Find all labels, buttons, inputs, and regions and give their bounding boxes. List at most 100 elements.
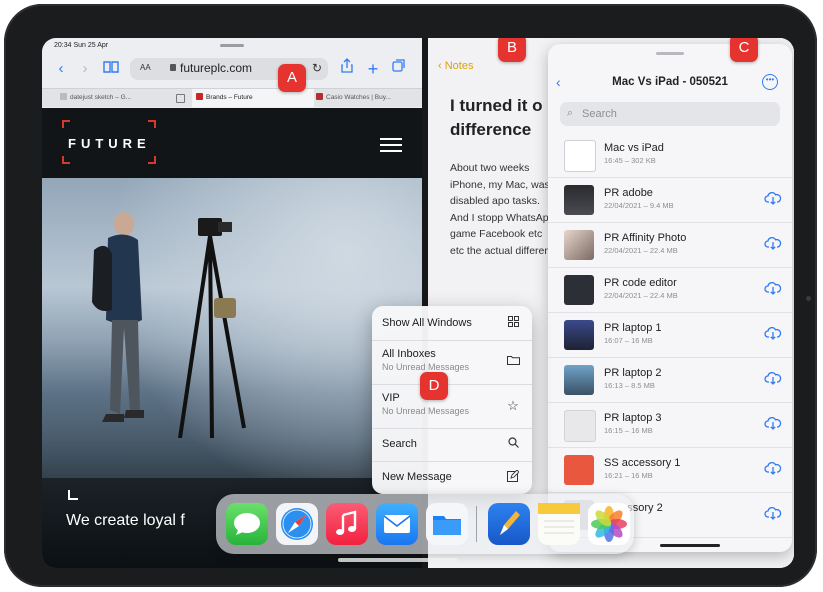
menu-label: All Inboxes xyxy=(382,348,436,360)
dock-separator xyxy=(476,506,477,542)
site-slogan: We create loyal f xyxy=(66,512,185,529)
home-indicator xyxy=(338,558,458,562)
file-thumbnail xyxy=(564,320,594,350)
file-meta: 16:07 – 16 MB xyxy=(604,336,653,345)
mail-quick-actions-menu: Show All Windows All Inboxes No Unread M… xyxy=(372,306,532,494)
file-row[interactable]: SS accessory 1 16:21 – 16 MB xyxy=(548,447,792,493)
cloud-download-icon[interactable] xyxy=(764,281,782,295)
file-name: PR laptop 2 xyxy=(604,367,662,379)
grid-icon xyxy=(506,316,520,330)
search-placeholder: Search xyxy=(582,108,617,120)
menu-label: VIP xyxy=(382,392,400,404)
file-thumbnail xyxy=(564,455,594,485)
safari-chrome: 20:34 Sun 25 Apr ‹ › AA futureplc.com ↻ xyxy=(42,38,422,108)
favicon-icon xyxy=(60,93,67,100)
file-name: SS accessory 1 xyxy=(604,457,681,469)
search-icon xyxy=(506,437,520,451)
new-tab-icon[interactable]: + xyxy=(362,58,384,80)
safari-window: 20:34 Sun 25 Apr ‹ › AA futureplc.com ↻ xyxy=(42,38,422,568)
safari-toolbar: ‹ › AA futureplc.com ↻ + xyxy=(42,56,422,84)
star-icon: ☆ xyxy=(507,398,519,413)
files-app-icon[interactable] xyxy=(426,503,468,545)
note-body[interactable]: About two weeks iPhone, my Mac, was disa… xyxy=(450,160,558,259)
reload-icon[interactable]: ↻ xyxy=(312,61,322,75)
file-row[interactable]: PR adobe 22/04/2021 – 9.4 MB xyxy=(548,177,792,223)
mail-app-icon[interactable] xyxy=(376,503,418,545)
file-thumbnail xyxy=(564,410,596,442)
pages-app-icon[interactable] xyxy=(488,503,530,545)
file-name: PR laptop 1 xyxy=(604,322,662,334)
file-row[interactable]: PR Affinity Photo 22/04/2021 – 22.4 MB xyxy=(548,222,792,268)
file-meta: 16:45 – 302 KB xyxy=(604,156,656,165)
file-name: PR adobe xyxy=(604,187,653,199)
url-text[interactable]: futureplc.com xyxy=(180,61,252,75)
cloud-download-icon[interactable] xyxy=(764,191,782,205)
menu-item-search[interactable]: Search xyxy=(372,428,532,462)
text-size-button[interactable]: AA xyxy=(140,63,151,72)
tab-datejust[interactable]: datejust sketch – G... xyxy=(60,89,172,107)
tab-group-icon[interactable] xyxy=(176,94,185,103)
files-search-input[interactable]: ⌕ Search xyxy=(560,102,780,126)
ipad-frame: 20:34 Sun 25 Apr ‹ › AA futureplc.com ↻ xyxy=(4,4,817,587)
music-app-icon[interactable] xyxy=(326,503,368,545)
forward-icon[interactable]: › xyxy=(74,58,96,80)
more-options-icon[interactable]: ••• xyxy=(762,74,778,90)
file-meta: 22/04/2021 – 22.4 MB xyxy=(604,291,678,300)
slide-over-handle[interactable] xyxy=(656,52,684,55)
cloud-download-icon[interactable] xyxy=(764,326,782,340)
file-row[interactable]: PR laptop 2 16:13 – 8.5 MB xyxy=(548,357,792,403)
menu-item-all-inboxes[interactable]: All Inboxes No Unread Messages xyxy=(372,340,532,385)
menu-label: Show All Windows xyxy=(382,317,472,329)
files-back-icon[interactable]: ‹ xyxy=(556,74,561,90)
cloud-download-icon[interactable] xyxy=(764,461,782,475)
photographer-figure xyxy=(92,212,144,422)
cloud-download-icon[interactable] xyxy=(764,371,782,385)
cloud-download-icon[interactable] xyxy=(764,236,782,250)
status-time-date: 20:34 Sun 25 Apr xyxy=(54,42,109,49)
slide-over-home-indicator xyxy=(660,544,720,547)
safari-app-icon[interactable] xyxy=(276,503,318,545)
file-row[interactable]: PR code editor 22/04/2021 – 22.4 MB xyxy=(548,267,792,313)
multitasking-handle[interactable] xyxy=(220,44,244,47)
slogan-corner-mark xyxy=(68,490,78,500)
menu-item-vip[interactable]: VIP No Unread Messages ☆ xyxy=(372,384,532,429)
hamburger-menu-icon[interactable] xyxy=(380,134,402,154)
photos-app-icon[interactable] xyxy=(588,503,630,545)
menu-item-new-message[interactable]: New Message xyxy=(372,461,532,494)
file-row[interactable]: PR laptop 3 16:15 – 16 MB xyxy=(548,402,792,448)
future-favicon-icon xyxy=(196,93,203,100)
note-title[interactable]: I turned it o difference xyxy=(450,94,560,142)
dock xyxy=(216,494,634,554)
tab-bar: datejust sketch – G... Brands – Future C… xyxy=(42,88,422,107)
tripod-camera xyxy=(178,218,246,438)
callout-badge-c: C xyxy=(730,38,758,62)
file-thumbnail xyxy=(564,275,594,305)
file-thumbnail xyxy=(564,230,594,260)
callout-badge-a: A xyxy=(278,64,306,92)
share-icon[interactable] xyxy=(336,58,358,80)
future-logo[interactable]: FUTURE xyxy=(68,136,151,151)
logo-corner-br xyxy=(148,156,156,164)
tab-casio[interactable]: Casio Watches | Buy... xyxy=(316,89,422,107)
menu-label: New Message xyxy=(382,471,452,483)
notes-back-button[interactable]: ‹ Notes xyxy=(438,60,473,72)
messages-app-icon[interactable] xyxy=(226,503,268,545)
back-icon[interactable]: ‹ xyxy=(50,58,72,80)
tab-overview-icon[interactable] xyxy=(388,58,410,80)
file-thumbnail xyxy=(564,185,594,215)
file-meta: 16:15 – 16 MB xyxy=(604,426,653,435)
file-row[interactable]: PR laptop 1 16:07 – 16 MB xyxy=(548,312,792,358)
logo-corner-tr xyxy=(148,120,156,128)
cloud-download-icon[interactable] xyxy=(764,506,782,520)
file-name: PR code editor xyxy=(604,277,677,289)
front-camera xyxy=(806,296,811,301)
cloud-download-icon[interactable] xyxy=(764,416,782,430)
casio-favicon-icon xyxy=(316,93,323,100)
compose-icon xyxy=(506,469,520,484)
menu-label: Search xyxy=(382,438,417,450)
notes-app-icon[interactable] xyxy=(538,503,580,545)
file-row[interactable]: Mac vs iPad 16:45 – 302 KB xyxy=(548,132,792,178)
files-slide-over: ‹ Mac Vs iPad - 050521 ••• ⌕ Search Mac … xyxy=(548,44,792,552)
bookmarks-icon[interactable] xyxy=(100,58,122,80)
menu-item-show-all-windows[interactable]: Show All Windows xyxy=(372,306,532,341)
